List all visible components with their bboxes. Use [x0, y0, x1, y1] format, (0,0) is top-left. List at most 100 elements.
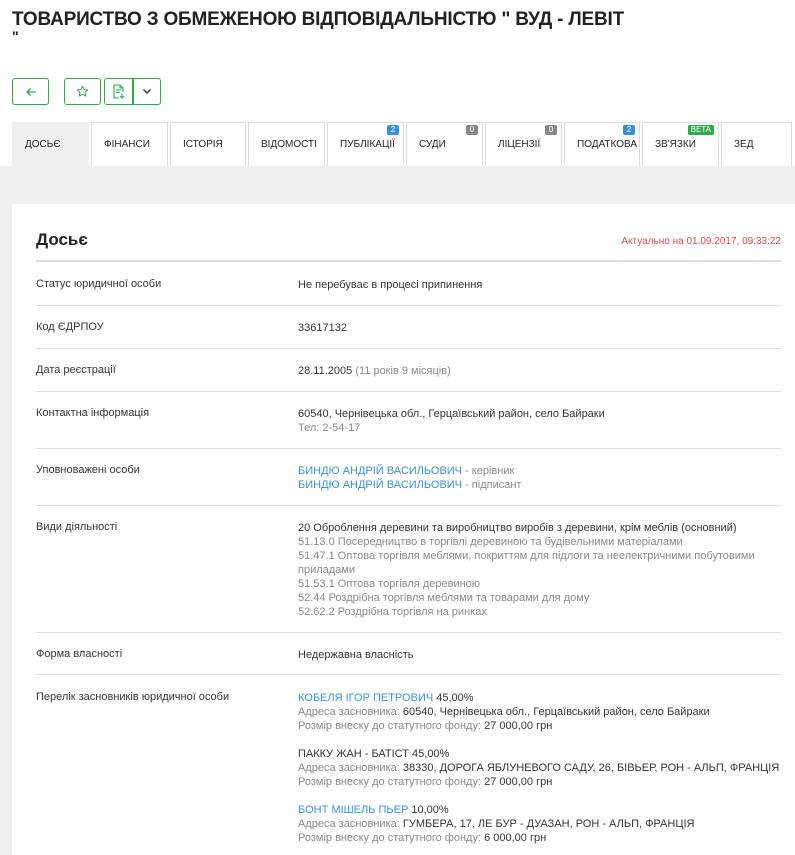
activity-item: 52.62.2 Роздрібна торгівля на ринках [298, 606, 487, 618]
row-registration-date: Дата реєстрації 28.11.2005 (11 років 9 м… [36, 364, 781, 392]
founder-address: 38330, ДОРОГА ЯБЛУНЕВОГО САДУ, 26, БІВЬЕ… [402, 762, 780, 774]
row-label: Контактна інформація [36, 407, 150, 419]
tab-publications[interactable]: Публікації 2 [327, 122, 404, 166]
founder-address-label: Адреса засновника: [298, 818, 403, 830]
tab-label: Ліцензії [498, 139, 541, 150]
person-link[interactable]: БИНДЮ АНДРІЙ ВАСИЛЬОВИЧ [298, 465, 462, 477]
tab-badge: 2 [623, 125, 635, 135]
tab-foreign-trade[interactable]: ЗЕД [721, 122, 792, 166]
registration-date-value: 28.11.2005 (11 років 9 місяців) [298, 364, 781, 378]
founder-link[interactable]: БОНТ МІШЕЛЬ ПЬЕР [298, 804, 408, 816]
founders-list: КОБЕЛЯ ІГОР ПЕТРОВИЧ 45,00% Адреса засно… [298, 691, 781, 845]
export-button[interactable] [104, 78, 133, 105]
tab-courts[interactable]: Суди 0 [406, 122, 483, 166]
row-label: Перелік засновників юридичної особи [36, 691, 230, 703]
row-label: Код ЄДРПОУ [36, 321, 104, 333]
contact-phone: Тел: 2-54-17 [298, 422, 361, 434]
founder-item: КОБЕЛЯ ІГОР ПЕТРОВИЧ 45,00% Адреса засно… [298, 691, 781, 733]
activity-main: 20 Оброблення деревини та виробництво ви… [298, 522, 737, 534]
tab-label: Історія [183, 139, 223, 150]
dossier-card: Досьє Актуально на 01.09.2017, 09:33:22 … [12, 204, 795, 855]
contact-address: 60540, Чернівецька обл., Герцаївський ра… [298, 408, 605, 420]
founder-fund: 27 000,00 грн [484, 720, 553, 732]
row-founders: Перелік засновників юридичної особи КОБЕ… [36, 691, 781, 855]
tab-badge: beta [687, 125, 714, 135]
tab-badge: 0 [466, 125, 478, 135]
registration-age: (11 років 9 місяців) [355, 365, 451, 377]
company-title-text: ТОВАРИСТВО З ОБМЕЖЕНОЮ ВІДПОВІДАЛЬНІСТЮ … [12, 9, 624, 30]
tab-tax[interactable]: Податкова 2 [564, 122, 640, 166]
person-role: - керівник [462, 465, 515, 477]
company-title: ТОВАРИСТВО З ОБМЕЖЕНОЮ ВІДПОВІДАЛЬНІСТЮ … [12, 9, 782, 44]
tab-label: Податкова [577, 139, 638, 150]
row-authorized-persons: Уповноважені особи БИНДЮ АНДРІЙ ВАСИЛЬОВ… [36, 464, 781, 506]
founder-fund-label: Розмір внеску до статутного фонду: [298, 720, 485, 732]
tab-label: Фінанси [104, 139, 150, 150]
dossier-heading: Досьє [36, 230, 88, 249]
tab-licenses[interactable]: Ліцензії 0 [485, 122, 562, 166]
activities-value: 20 Оброблення деревини та виробництво ви… [298, 521, 781, 619]
founder-address: ГУМБЕРА, 17, ЛЕ БУР - ДУАЗАН, РОН - АЛЬП… [402, 818, 695, 830]
back-button[interactable] [12, 78, 49, 105]
founder-fund: 27 000,00 грн [484, 776, 553, 788]
row-activities: Види діяльності 20 Оброблення деревини т… [36, 521, 781, 633]
tab-label: Досьє [25, 139, 61, 150]
row-label: Форма власності [36, 648, 123, 660]
favorite-button[interactable] [64, 78, 101, 105]
row-label: Види діяльності [36, 521, 118, 533]
founder-address: 60540, Чернівецька обл., Герцаївський ра… [402, 706, 710, 718]
chevron-down-icon [143, 89, 151, 94]
tab-label: Суди [419, 139, 446, 150]
star-icon [76, 85, 89, 97]
section-tabs: Досьє Фінанси Історія Відомості Публікац… [12, 122, 795, 166]
tab-history[interactable]: Історія [170, 122, 246, 166]
row-code: Код ЄДРПОУ 33617132 [36, 321, 781, 349]
tab-label: Публікації [340, 139, 395, 150]
contact-value: 60540, Чернівецька обл., Герцаївський ра… [298, 407, 781, 435]
founder-name: ПАККУ ЖАН - БАТІСТ [298, 748, 409, 760]
registration-date: 28.11.2005 [298, 365, 353, 377]
row-label: Уповноважені особи [36, 464, 140, 476]
activity-item: 52.44 Роздрібна торгівля меблями та това… [298, 592, 590, 604]
row-contact: Контактна інформація 60540, Чернівецька … [36, 407, 781, 449]
row-label: Дата реєстрації [36, 364, 116, 376]
person-link[interactable]: БИНДЮ АНДРІЙ ВАСИЛЬОВИЧ [298, 479, 462, 491]
tab-finance[interactable]: Фінанси [91, 122, 168, 166]
status-value: Не перебуває в процесі припинення [298, 279, 483, 291]
code-value: 33617132 [298, 322, 347, 334]
founder-address-label: Адреса засновника: [298, 762, 403, 774]
founder-link[interactable]: КОБЕЛЯ ІГОР ПЕТРОВИЧ [298, 692, 433, 704]
ownership-value: Недержавна власність [298, 649, 414, 661]
tab-dossier[interactable]: Досьє [12, 122, 89, 166]
document-export-icon [113, 84, 125, 99]
row-label: Статус юридичної особи [36, 278, 162, 290]
updated-timestamp: Актуально на 01.09.2017, 09:33:22 [621, 236, 781, 247]
tab-label: ЗЕД [734, 139, 754, 150]
persons-value: БИНДЮ АНДРІЙ ВАСИЛЬОВИЧ - керівник БИНДЮ… [298, 464, 781, 492]
export-dropdown-button[interactable] [133, 78, 161, 105]
founder-fund-label: Розмір внеску до статутного фонду: [298, 832, 485, 844]
founder-share: 45,00% [408, 748, 450, 760]
tab-badge: 2 [387, 125, 399, 135]
row-ownership: Форма власності Недержавна власність [36, 648, 781, 675]
founder-item: ПАККУ ЖАН - БАТІСТ 45,00% Адреса засновн… [298, 747, 781, 789]
founder-item: БОНТ МІШЕЛЬ ПЬЕР 10,00% Адреса засновник… [298, 803, 781, 845]
founder-fund-label: Розмір внеску до статутного фонду: [298, 776, 485, 788]
tab-records[interactable]: Відомості [248, 122, 325, 166]
founder-fund: 6 000,00 грн [484, 832, 547, 844]
company-title-tail: " [12, 28, 19, 44]
person-role: - підписант [462, 479, 522, 491]
tab-connections[interactable]: Зв'язки beta [642, 122, 719, 166]
activity-item: 51.47.1 Оптова торгівля меблями, покритт… [298, 550, 755, 576]
tab-badge: 0 [545, 125, 557, 135]
founder-address-label: Адреса засновника: [298, 706, 403, 718]
founder-share: 45,00% [433, 692, 474, 704]
tab-label: Відомості [261, 139, 317, 150]
tab-label: Зв'язки [655, 139, 696, 150]
activity-item: 51.13.0 Посередництво в торгівлі деревин… [298, 536, 683, 548]
row-status: Статус юридичної особи Не перебуває в пр… [36, 278, 781, 306]
activity-item: 51.53.1 Оптова торгівля деревиною [298, 578, 481, 590]
founder-share: 10,00% [408, 804, 449, 816]
arrow-left-icon [25, 87, 36, 96]
dossier-header: Досьє Актуально на 01.09.2017, 09:33:22 [36, 226, 781, 262]
